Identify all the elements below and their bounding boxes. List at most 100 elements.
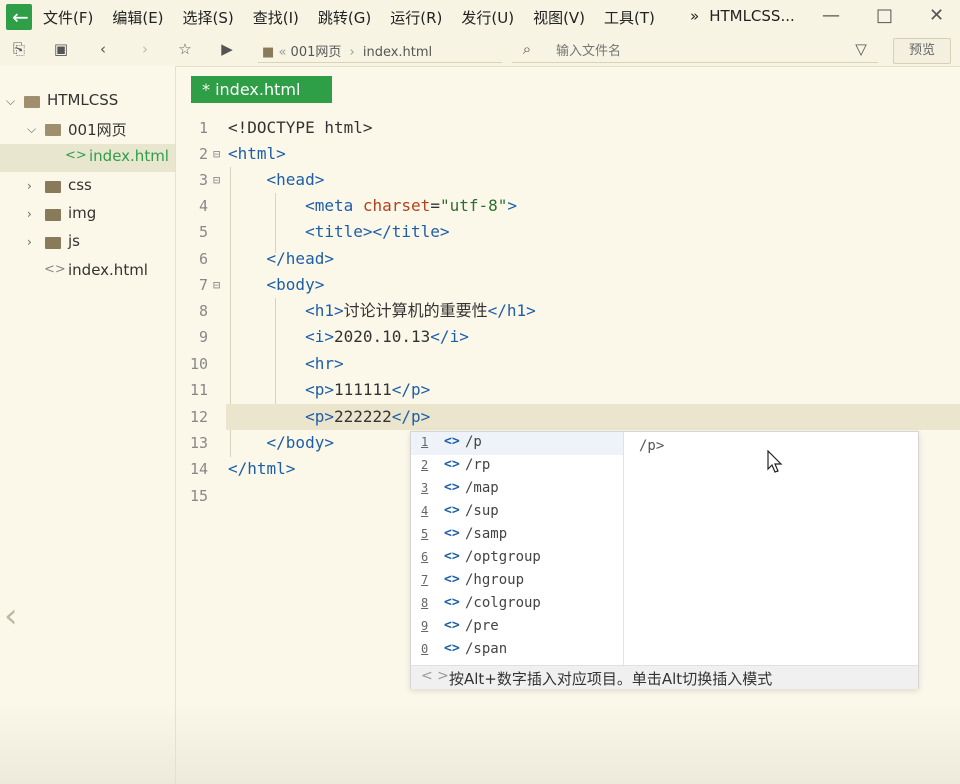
preview-button[interactable]: 预览: [893, 38, 951, 64]
filter-icon[interactable]: ▽: [852, 40, 870, 58]
autocomplete-item[interactable]: 0 <> /span: [411, 639, 623, 662]
nav-back-icon[interactable]: ‹: [94, 40, 112, 58]
close-icon[interactable]: ✕: [929, 5, 944, 26]
chevron-right-icon[interactable]: ›: [27, 207, 32, 221]
chevron-right-icon[interactable]: ›: [27, 179, 32, 193]
menu-run[interactable]: 运行(R): [390, 7, 442, 28]
tag-icon: <>: [444, 526, 460, 541]
tag-icon: <>: [444, 503, 460, 518]
menu-file[interactable]: 文件(F): [43, 7, 93, 28]
item-label: /hgroup: [465, 572, 525, 588]
item-shortcut: 2: [421, 458, 429, 472]
tree-item-label: index.html: [68, 261, 148, 279]
code-text: <h1>讨论计算机的重要性</h1>: [305, 301, 536, 320]
breadcrumb-overflow-icon[interactable]: «: [278, 45, 286, 60]
code-text: <hr>: [305, 354, 344, 373]
code-line[interactable]: 7 ⊟ <body>: [176, 272, 960, 298]
code-line[interactable]: 3 ⊟ <head>: [176, 167, 960, 193]
expand-chevrons-icon[interactable]: »: [690, 7, 699, 25]
prev-next-icon[interactable]: < >: [421, 668, 449, 684]
chevron-down-icon[interactable]: ⌵: [27, 122, 36, 137]
new-file-icon[interactable]: ⎘: [10, 40, 28, 58]
autocomplete-item[interactable]: 6 <> /optgroup: [411, 547, 623, 570]
autocomplete-list: 1 <> /p 2 <> /rp 3 <> /map 4 <> /sup 5 <…: [411, 432, 624, 665]
code-text: <p>222222</p>: [305, 407, 431, 426]
item-shortcut: 0: [421, 642, 429, 656]
tag-icon: <>: [444, 549, 460, 564]
code-line[interactable]: 1 <!DOCTYPE html>: [176, 115, 960, 141]
chevron-down-icon[interactable]: ⌵: [6, 94, 15, 109]
code-line[interactable]: 8 <h1>讨论计算机的重要性</h1>: [176, 298, 960, 324]
tree-item-label: index.html: [89, 147, 169, 165]
maximize-icon[interactable]: □: [876, 5, 893, 26]
autocomplete-item[interactable]: 4 <> /sup: [411, 501, 623, 524]
editor-tab[interactable]: * index.html: [191, 76, 332, 103]
nav-forward-icon[interactable]: ›: [136, 40, 154, 58]
autocomplete-item[interactable]: 2 <> /rp: [411, 455, 623, 478]
chevron-right-icon[interactable]: ›: [27, 235, 32, 249]
autocomplete-footer: < > 按Alt+数字插入对应项目。单击Alt切换插入模式: [411, 665, 918, 689]
menu-select[interactable]: 选择(S): [183, 7, 234, 28]
mouse-cursor-icon: [767, 450, 783, 473]
autocomplete-item[interactable]: 1 <> /p: [411, 432, 623, 455]
file-search-input[interactable]: [554, 40, 848, 62]
fold-toggle-icon[interactable]: ⊟: [213, 272, 220, 298]
collapse-sidebar-icon[interactable]: ‹: [4, 596, 18, 636]
menubar: ← 文件(F) 编辑(E) 选择(S) 查找(I) 跳转(G) 运行(R) 发行…: [0, 0, 960, 34]
tree-item-file[interactable]: <> index.html: [0, 144, 175, 172]
minimize-icon[interactable]: —: [822, 5, 840, 26]
tree-item-label: img: [68, 204, 97, 222]
item-shortcut: 6: [421, 550, 429, 564]
menu-publish[interactable]: 发行(U): [461, 7, 514, 28]
menu-edit[interactable]: 编辑(E): [112, 7, 163, 28]
code-line[interactable]: 10 <hr>: [176, 351, 960, 377]
autocomplete-detail: /p>: [639, 438, 665, 454]
menu-view[interactable]: 视图(V): [533, 7, 585, 28]
folder-icon: [45, 181, 61, 193]
tree-item-project[interactable]: ⌵ HTMLCSS: [0, 88, 175, 116]
line-number: 5: [198, 223, 208, 241]
menu-find[interactable]: 查找(I): [253, 7, 299, 28]
line-number: 3: [198, 171, 208, 189]
autocomplete-item[interactable]: 7 <> /hgroup: [411, 570, 623, 593]
line-number: 4: [198, 197, 208, 215]
code-line[interactable]: 6 </head>: [176, 246, 960, 272]
fold-toggle-icon[interactable]: ⊟: [213, 167, 220, 193]
tag-icon: <>: [444, 480, 460, 495]
code-text: <i>2020.10.13</i>: [305, 327, 469, 346]
tree-item-folder[interactable]: › js: [0, 229, 175, 257]
run-icon[interactable]: ▶: [218, 40, 236, 58]
tag-icon: <>: [444, 641, 460, 656]
tree-item-file[interactable]: <> index.html: [0, 258, 175, 286]
tree-item-folder[interactable]: ⌵ 001网页: [0, 116, 175, 144]
window-title-text: HTMLCSS...: [709, 7, 795, 25]
autocomplete-item[interactable]: 3 <> /map: [411, 478, 623, 501]
menu-tools[interactable]: 工具(T): [604, 7, 655, 28]
tree-item-label: 001网页: [68, 121, 127, 139]
code-line[interactable]: 4 <meta charset="utf-8">: [176, 193, 960, 219]
breadcrumb-file[interactable]: index.html: [363, 45, 432, 60]
fold-toggle-icon[interactable]: ⊟: [213, 141, 220, 167]
item-shortcut: 8: [421, 596, 429, 610]
breadcrumb-folder[interactable]: 001网页: [291, 45, 342, 60]
tree-item-folder[interactable]: › css: [0, 173, 175, 201]
autocomplete-item[interactable]: 9 <> /pre: [411, 616, 623, 639]
line-number: 12: [189, 408, 208, 426]
autocomplete-item[interactable]: 8 <> /colgroup: [411, 593, 623, 616]
code-line[interactable]: 2 ⊟ <html>: [176, 141, 960, 167]
tree-item-folder[interactable]: › img: [0, 201, 175, 229]
file-search: ⌕ ▽: [512, 40, 878, 63]
back-arrow-icon[interactable]: ←: [12, 7, 38, 29]
line-number: 14: [189, 460, 208, 478]
current-code-line[interactable]: <p>222222</p>: [226, 404, 960, 430]
breadcrumb-divider: [258, 62, 502, 63]
code-line[interactable]: 11 <p>111111</p>: [176, 377, 960, 403]
save-icon[interactable]: ▣: [52, 40, 70, 58]
code-text: <meta charset="utf-8">: [305, 196, 518, 215]
code-line[interactable]: 5 <title></title>: [176, 219, 960, 245]
autocomplete-item[interactable]: 5 <> /samp: [411, 524, 623, 547]
menu-goto[interactable]: 跳转(G): [318, 7, 371, 28]
code-line[interactable]: 9 <i>2020.10.13</i>: [176, 324, 960, 350]
star-icon[interactable]: ☆: [176, 40, 194, 58]
item-shortcut: 7: [421, 573, 429, 587]
